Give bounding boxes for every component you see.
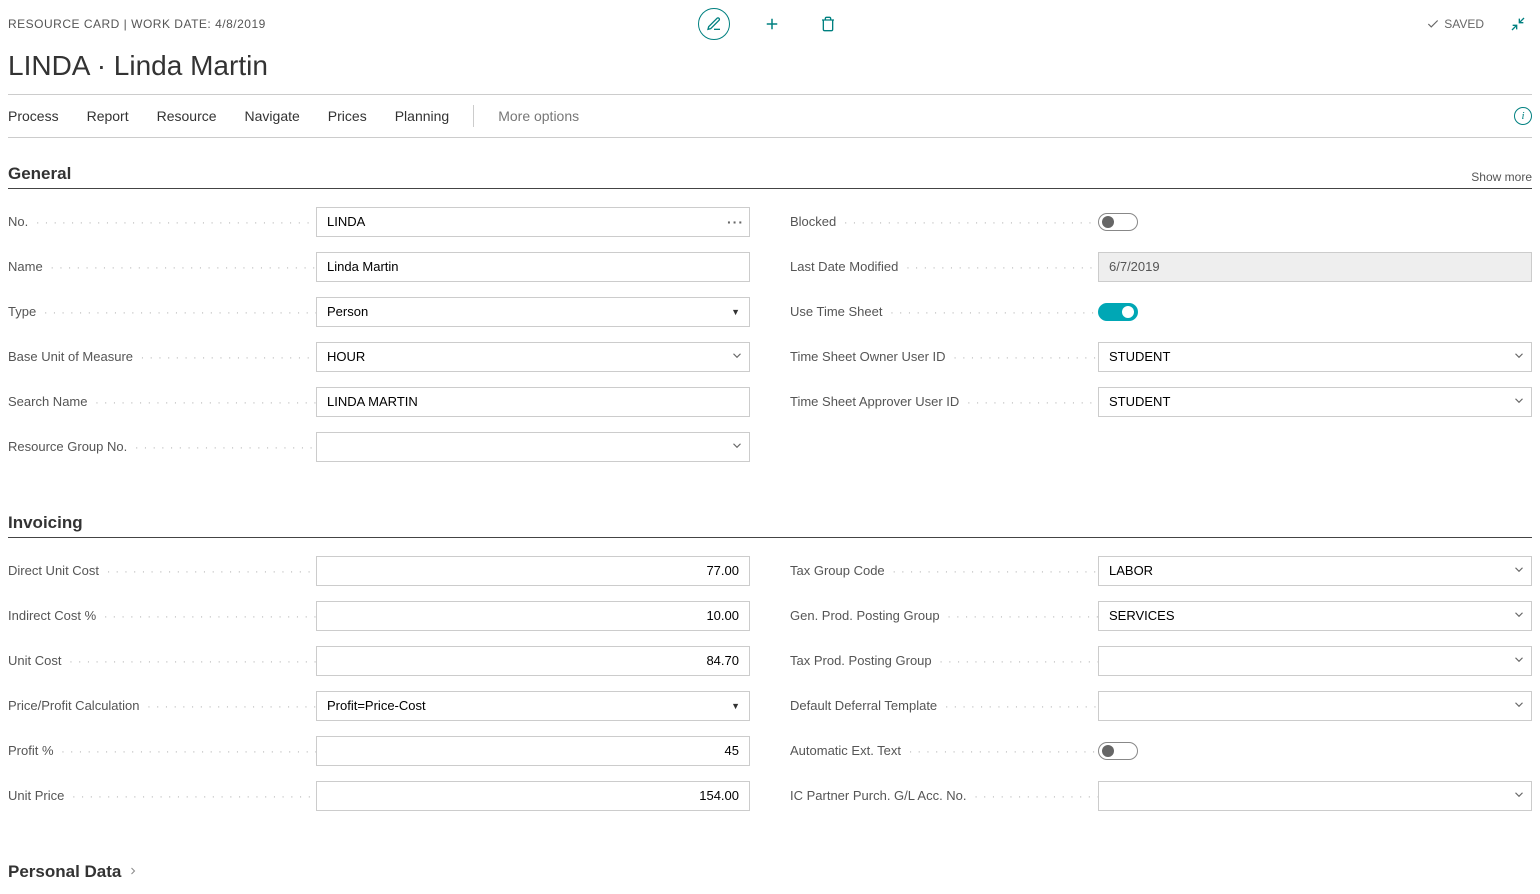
- row-unit-price: Unit Price: [8, 777, 750, 814]
- blocked-toggle[interactable]: [1098, 213, 1138, 231]
- time-sheet-approver-user-id-input[interactable]: [1098, 387, 1532, 417]
- row-time-sheet-owner-user-id: Time Sheet Owner User ID: [790, 338, 1532, 375]
- menu-resource[interactable]: Resource: [157, 108, 217, 124]
- use-time-sheet-label: Use Time Sheet: [790, 304, 1098, 319]
- unit-price-input[interactable]: [316, 781, 750, 811]
- row-direct-unit-cost: Direct Unit Cost: [8, 552, 750, 589]
- section-invoicing-title[interactable]: Invoicing: [8, 513, 83, 533]
- menu-navigate[interactable]: Navigate: [245, 108, 300, 124]
- row-type: Type Person: [8, 293, 750, 330]
- menu-report[interactable]: Report: [87, 108, 129, 124]
- search-name-input[interactable]: [316, 387, 750, 417]
- collapse-icon[interactable]: [1504, 10, 1532, 38]
- row-last-date-modified: Last Date Modified 6/7/2019: [790, 248, 1532, 285]
- row-resource-group-no: Resource Group No.: [8, 428, 750, 465]
- indirect-cost-label: Indirect Cost %: [8, 608, 316, 623]
- last-date-modified-label: Last Date Modified: [790, 259, 1098, 274]
- search-name-label: Search Name: [8, 394, 316, 409]
- row-tax-prod-posting-group: Tax Prod. Posting Group: [790, 642, 1532, 679]
- no-label: No.: [8, 214, 316, 229]
- row-blocked: Blocked: [790, 203, 1532, 240]
- general-show-more[interactable]: Show more: [1471, 170, 1532, 184]
- unit-price-label: Unit Price: [8, 788, 316, 803]
- price-profit-calculation-label: Price/Profit Calculation: [8, 698, 316, 713]
- price-profit-calculation-select[interactable]: Profit=Price-Cost: [316, 691, 750, 721]
- base-unit-of-measure-input[interactable]: [316, 342, 750, 372]
- delete-icon[interactable]: [814, 10, 842, 38]
- general-grid: No. ··· Blocked Name Last Date Modified …: [8, 189, 1532, 465]
- profit-label: Profit %: [8, 743, 316, 758]
- row-search-name: Search Name: [8, 383, 750, 420]
- saved-label: SAVED: [1444, 17, 1484, 31]
- row-base-unit-of-measure: Base Unit of Measure: [8, 338, 750, 375]
- automatic-ext-text-toggle[interactable]: [1098, 742, 1138, 760]
- action-menu: Process Report Resource Navigate Prices …: [8, 94, 1532, 138]
- profit-input[interactable]: [316, 736, 750, 766]
- type-select[interactable]: Person: [316, 297, 750, 327]
- row-price-profit-calculation: Price/Profit Calculation Profit=Price-Co…: [8, 687, 750, 724]
- info-icon[interactable]: i: [1514, 107, 1532, 125]
- blocked-label: Blocked: [790, 214, 1098, 229]
- section-personal-head[interactable]: Personal Data: [8, 862, 1532, 886]
- time-sheet-owner-user-id-input[interactable]: [1098, 342, 1532, 372]
- section-general-title[interactable]: General: [8, 164, 71, 184]
- section-invoicing-head: Invoicing: [8, 513, 1532, 538]
- ic-partner-purch-g-l-acc-no-input[interactable]: [1098, 781, 1532, 811]
- section-personal-title: Personal Data: [8, 862, 139, 882]
- base-unit-of-measure-label: Base Unit of Measure: [8, 349, 316, 364]
- direct-unit-cost-label: Direct Unit Cost: [8, 563, 316, 578]
- time-sheet-owner-user-id-label: Time Sheet Owner User ID: [790, 349, 1098, 364]
- row-default-deferral-template: Default Deferral Template: [790, 687, 1532, 724]
- menu-process[interactable]: Process: [8, 108, 59, 124]
- row-name: Name: [8, 248, 750, 285]
- new-icon[interactable]: [758, 10, 786, 38]
- default-deferral-template-label: Default Deferral Template: [790, 698, 1098, 713]
- menu-planning[interactable]: Planning: [395, 108, 450, 124]
- row-automatic-ext-text: Automatic Ext. Text: [790, 732, 1532, 769]
- row-time-sheet-approver-user-id: Time Sheet Approver User ID: [790, 383, 1532, 420]
- row-ic-partner-purch-g-l-acc-no: IC Partner Purch. G/L Acc. No.: [790, 777, 1532, 814]
- breadcrumb: RESOURCE CARD | WORK DATE: 4/8/2019: [8, 17, 266, 31]
- tax-group-code-label: Tax Group Code: [790, 563, 1098, 578]
- chevron-right-icon: [127, 862, 139, 882]
- row-unit-cost: Unit Cost: [8, 642, 750, 679]
- name-label: Name: [8, 259, 316, 274]
- name-input[interactable]: [316, 252, 750, 282]
- unit-cost-label: Unit Cost: [8, 653, 316, 668]
- direct-unit-cost-input[interactable]: [316, 556, 750, 586]
- tax-group-code-input[interactable]: [1098, 556, 1532, 586]
- default-deferral-template-input[interactable]: [1098, 691, 1532, 721]
- menu-more-options[interactable]: More options: [498, 108, 579, 124]
- header-action-icons: [698, 8, 842, 40]
- saved-indicator: SAVED: [1426, 17, 1484, 31]
- resource-group-no-input[interactable]: [316, 432, 750, 462]
- resource-group-no-label: Resource Group No.: [8, 439, 316, 454]
- gen-prod-posting-group-label: Gen. Prod. Posting Group: [790, 608, 1098, 623]
- indirect-cost-input[interactable]: [316, 601, 750, 631]
- row-indirect-cost: Indirect Cost %: [8, 597, 750, 634]
- last-date-modified-value: 6/7/2019: [1098, 252, 1532, 282]
- unit-cost-input[interactable]: [316, 646, 750, 676]
- time-sheet-approver-user-id-label: Time Sheet Approver User ID: [790, 394, 1098, 409]
- menu-prices[interactable]: Prices: [328, 108, 367, 124]
- row-use-time-sheet: Use Time Sheet: [790, 293, 1532, 330]
- row-gen-prod-posting-group: Gen. Prod. Posting Group: [790, 597, 1532, 634]
- ic-partner-purch-g-l-acc-no-label: IC Partner Purch. G/L Acc. No.: [790, 788, 1098, 803]
- no-input[interactable]: [316, 207, 750, 237]
- page-header: RESOURCE CARD | WORK DATE: 4/8/2019 SAVE…: [8, 8, 1532, 46]
- row-profit: Profit %: [8, 732, 750, 769]
- section-general-head: General Show more: [8, 164, 1532, 189]
- automatic-ext-text-label: Automatic Ext. Text: [790, 743, 1098, 758]
- page-title: LINDA · Linda Martin: [8, 46, 1532, 94]
- type-label: Type: [8, 304, 316, 319]
- row-no: No. ···: [8, 203, 750, 240]
- edit-icon[interactable]: [698, 8, 730, 40]
- menu-divider: [473, 105, 474, 127]
- use-time-sheet-toggle[interactable]: [1098, 303, 1138, 321]
- tax-prod-posting-group-label: Tax Prod. Posting Group: [790, 653, 1098, 668]
- tax-prod-posting-group-input[interactable]: [1098, 646, 1532, 676]
- invoicing-grid: Direct Unit Cost Tax Group Code Indirect…: [8, 538, 1532, 814]
- row-tax-group-code: Tax Group Code: [790, 552, 1532, 589]
- gen-prod-posting-group-input[interactable]: [1098, 601, 1532, 631]
